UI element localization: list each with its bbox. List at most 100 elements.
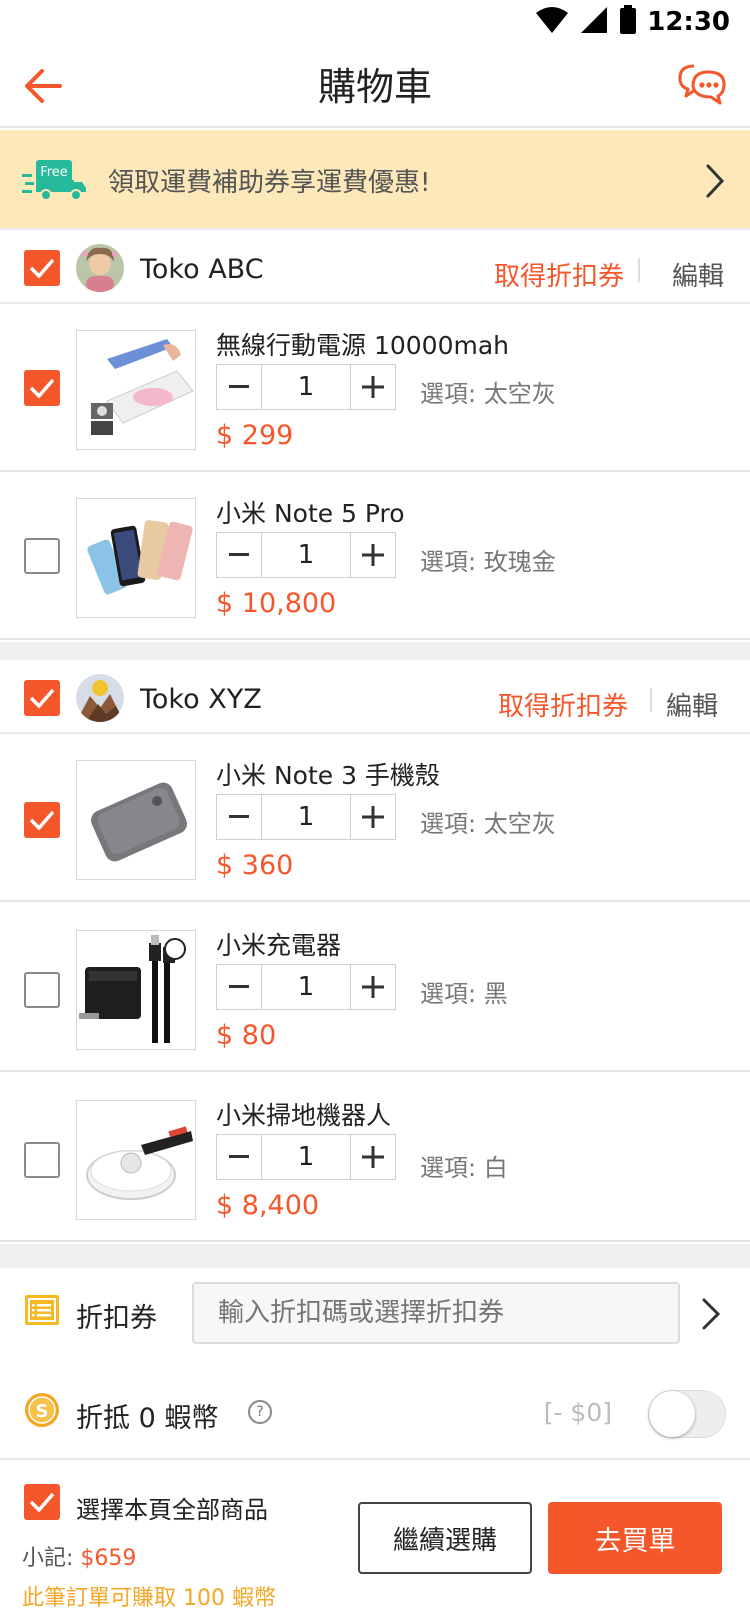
section-divider (0, 642, 750, 660)
quantity-value[interactable]: 1 (261, 795, 351, 839)
continue-shopping-button[interactable]: 繼續選購 (358, 1502, 532, 1574)
quantity-stepper: 1 (216, 964, 396, 1010)
get-coupon-link[interactable]: 取得折扣券 (498, 686, 628, 723)
free-badge-text: Free (40, 165, 68, 180)
checkout-button[interactable]: 去買單 (548, 1502, 722, 1574)
status-time: 12:30 (647, 7, 730, 37)
divider (638, 258, 640, 282)
product-image (76, 498, 196, 618)
cart-item: 小米充電器 1 選項: 黑 $ 80 (0, 906, 750, 1072)
product-name: 小米 Note 3 手機殼 (216, 761, 440, 790)
shop-name: Toko ABC (140, 254, 264, 285)
quantity-stepper: 1 (216, 794, 396, 840)
shop-header-toko-xyz: Toko XYZ 取得折扣券 編輯 (0, 662, 750, 734)
quantity-value[interactable]: 1 (261, 1135, 351, 1179)
edit-link[interactable]: 編輯 (672, 256, 724, 293)
decrease-button[interactable] (217, 365, 261, 409)
signal-icon (579, 6, 609, 38)
edit-link[interactable]: 編輯 (666, 686, 718, 723)
item-checkbox[interactable] (24, 538, 60, 574)
shop-avatar (76, 674, 124, 722)
product-image (76, 760, 196, 880)
voucher-row: 折扣券 (0, 1268, 750, 1360)
product-option[interactable]: 選項: 白 (420, 1148, 508, 1183)
product-image (76, 1100, 196, 1220)
chat-icon[interactable] (676, 60, 728, 108)
status-bar: 12:30 (0, 0, 750, 44)
shipping-promo-banner[interactable]: Free 領取運費補助券享運費優惠! (0, 130, 750, 230)
product-name: 無線行動電源 10000mah (216, 331, 509, 360)
voucher-code-input[interactable] (192, 1282, 680, 1344)
get-coupon-link[interactable]: 取得折扣券 (494, 256, 624, 293)
battery-icon (619, 5, 637, 39)
shop-avatar (76, 244, 124, 292)
coins-label: 折抵 0 蝦幣 (76, 1403, 219, 1434)
checkout-footer: 選擇本頁全部商品 小記: $659 此筆訂單可賺取 100 蝦幣 繼續選購 去買… (0, 1462, 750, 1612)
product-option[interactable]: 選項: 太空灰 (420, 804, 556, 839)
decrease-button[interactable] (217, 795, 261, 839)
product-price: $ 299 (216, 420, 294, 451)
select-all-checkbox[interactable] (24, 1484, 60, 1520)
product-option[interactable]: 選項: 太空灰 (420, 374, 556, 409)
product-price: $ 8,400 (216, 1190, 320, 1221)
increase-button[interactable] (351, 1135, 395, 1179)
shop-checkbox[interactable] (24, 250, 60, 286)
divider (650, 688, 652, 712)
app-header: 購物車 (0, 44, 750, 128)
shop-header-toko-abc: Toko ABC 取得折扣券 編輯 (0, 232, 750, 304)
increase-button[interactable] (351, 795, 395, 839)
quantity-value[interactable]: 1 (261, 365, 351, 409)
subtotal: 小記: $659 (22, 1540, 136, 1572)
svg-text:S: S (36, 1401, 49, 1422)
quantity-stepper: 1 (216, 1134, 396, 1180)
decrease-button[interactable] (217, 965, 261, 1009)
shopee-coin-icon: S (24, 1392, 60, 1428)
increase-button[interactable] (351, 533, 395, 577)
free-shipping-truck-icon: Free (22, 160, 88, 202)
page-title: 購物車 (317, 65, 432, 109)
decrease-button[interactable] (217, 533, 261, 577)
select-all-label: 選擇本頁全部商品 (76, 1496, 268, 1524)
increase-button[interactable] (351, 365, 395, 409)
product-price: $ 10,800 (216, 588, 337, 619)
section-divider (0, 1244, 750, 1268)
quantity-stepper: 1 (216, 532, 396, 578)
chevron-right-icon[interactable] (700, 1296, 722, 1332)
wifi-icon (535, 6, 569, 38)
toggle-knob (649, 1391, 695, 1437)
item-checkbox[interactable] (24, 802, 60, 838)
shop-checkbox[interactable] (24, 680, 60, 716)
item-checkbox[interactable] (24, 370, 60, 406)
chevron-right-icon (702, 162, 728, 200)
quantity-stepper: 1 (216, 364, 396, 410)
cart-item: 小米 Note 5 Pro 1 選項: 玫瑰金 $ 10,800 (0, 474, 750, 640)
product-name: 小米 Note 5 Pro (216, 499, 405, 528)
coins-toggle[interactable] (648, 1390, 726, 1438)
product-price: $ 360 (216, 850, 294, 881)
increase-button[interactable] (351, 965, 395, 1009)
product-price: $ 80 (216, 1020, 277, 1051)
cart-item: 小米 Note 3 手機殼 1 選項: 太空灰 $ 360 (0, 736, 750, 902)
voucher-label: 折扣券 (76, 1303, 157, 1334)
coins-row: S 折抵 0 蝦幣 ? [- $0] (0, 1368, 750, 1460)
shop-name: Toko XYZ (140, 684, 262, 715)
product-image (76, 930, 196, 1050)
quantity-value[interactable]: 1 (261, 533, 351, 577)
decrease-button[interactable] (217, 1135, 261, 1179)
coins-discount-value: [- $0] (543, 1398, 612, 1427)
coins-earn-text: 此筆訂單可賺取 100 蝦幣 (22, 1586, 276, 1611)
product-option[interactable]: 選項: 黑 (420, 974, 508, 1009)
item-checkbox[interactable] (24, 972, 60, 1008)
subtotal-value: $659 (80, 1546, 137, 1571)
product-name: 小米充電器 (216, 931, 342, 960)
cart-item: 小米掃地機器人 1 選項: 白 $ 8,400 (0, 1076, 750, 1242)
subtotal-label: 小記: (22, 1546, 74, 1571)
product-option[interactable]: 選項: 玫瑰金 (420, 542, 556, 577)
promo-text: 領取運費補助券享運費優惠! (108, 168, 431, 198)
cart-item: 無線行動電源 10000mah 1 選項: 太空灰 $ 299 (0, 306, 750, 472)
voucher-ticket-icon (24, 1294, 60, 1326)
product-name: 小米掃地機器人 (216, 1101, 392, 1130)
help-icon[interactable]: ? (248, 1400, 272, 1424)
quantity-value[interactable]: 1 (261, 965, 351, 1009)
item-checkbox[interactable] (24, 1142, 60, 1178)
